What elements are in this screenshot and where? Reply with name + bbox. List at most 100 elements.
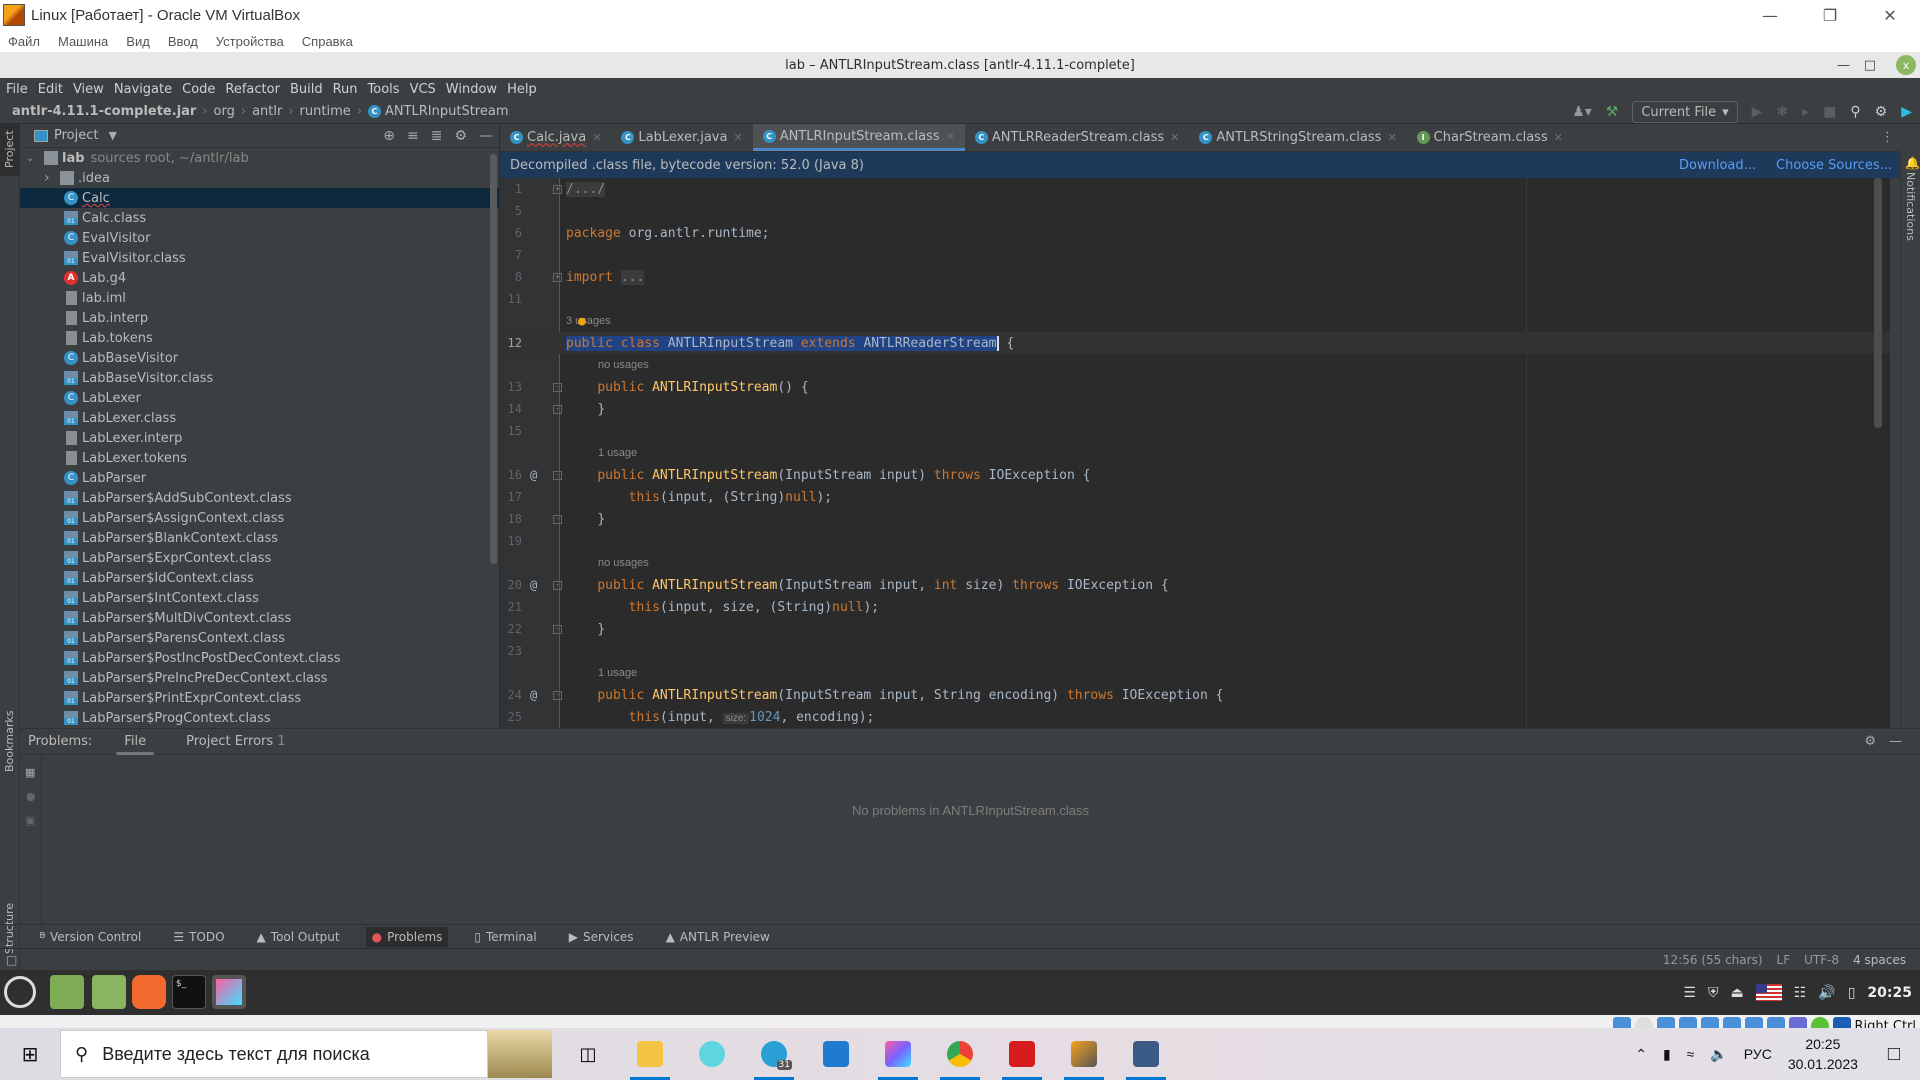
fold-end-icon[interactable]: - <box>553 624 562 634</box>
tree-item[interactable]: LabParser$MultDivContext.class <box>20 608 499 628</box>
tab-antlrreaderstream-class[interactable]: C ANTLRReaderStream.class ✕ <box>965 124 1190 151</box>
tree-item[interactable]: LabLexer.class <box>20 408 499 428</box>
tool-antlr-preview[interactable]: ▲ ANTLR Preview <box>660 927 776 947</box>
close-icon[interactable]: ✕ <box>592 131 601 144</box>
menu-build[interactable]: Build <box>290 82 323 97</box>
tab-charstream-class[interactable]: I CharStream.class ✕ <box>1407 124 1573 151</box>
tree-item[interactable]: C LabBaseVisitor <box>20 348 499 368</box>
telegram-taskbar-icon[interactable]: 31 <box>750 1028 798 1080</box>
files-folder-icon[interactable] <box>92 975 126 1009</box>
menu-refactor[interactable]: Refactor <box>225 82 280 97</box>
notification-center-icon[interactable]: □ <box>1888 1043 1900 1066</box>
vmware-taskbar-icon[interactable] <box>1122 1028 1170 1080</box>
fold-end-icon[interactable]: - <box>553 404 562 414</box>
tree-item[interactable]: Calc.class <box>20 208 499 228</box>
breadcrumb-org[interactable]: org <box>214 104 235 119</box>
close-button[interactable]: ✕ <box>1860 0 1920 30</box>
tab-antlrinputstream-class[interactable]: C ANTLRInputStream.class ✕ <box>752 124 965 151</box>
tree-item[interactable]: C EvalVisitor <box>20 228 499 248</box>
windows-search-box[interactable]: ⚲ Введите здесь текст для поиска <box>60 1030 488 1078</box>
tree-item[interactable]: Lab.interp <box>20 308 499 328</box>
override-annotation-icon[interactable]: @ <box>530 578 537 592</box>
tree-item[interactable]: Lab.tokens <box>20 328 499 348</box>
file-explorer-taskbar-icon[interactable] <box>626 1028 674 1080</box>
build-hammer-icon[interactable]: ⚒ <box>1606 104 1619 120</box>
menu-help[interactable]: Help <box>507 82 537 97</box>
file-encoding[interactable]: UTF-8 <box>1804 953 1839 967</box>
toggle-tool-windows-icon[interactable]: □ <box>6 953 17 967</box>
tool-tool-output[interactable]: ▲ Tool Output <box>251 927 346 947</box>
tree-item[interactable]: LabParser$ParensContext.class <box>20 628 499 648</box>
usages-hint[interactable]: 1 usage <box>598 667 637 679</box>
chevron-right-icon[interactable]: › <box>44 170 60 186</box>
group-by-icon[interactable]: ▦ <box>25 766 35 779</box>
caret-position[interactable]: 12:56 (55 chars) <box>1663 953 1763 967</box>
fold-collapse-icon[interactable]: - <box>553 382 562 392</box>
usages-hint[interactable]: no usages <box>598 359 649 371</box>
vb-menu-help[interactable]: Справка <box>302 34 353 49</box>
mint-clock[interactable]: 20:25 <box>1867 985 1912 1001</box>
indent-setting[interactable]: 4 spaces <box>1853 953 1906 967</box>
tree-item[interactable]: C LabParser <box>20 468 499 488</box>
breadcrumb-jar[interactable]: antlr-4.11.1-complete.jar <box>12 104 196 119</box>
account-icon[interactable]: ♟▾ <box>1572 104 1592 120</box>
expand-all-icon[interactable]: ≡ <box>407 128 419 144</box>
tree-item[interactable]: lab.iml <box>20 288 499 308</box>
menu-edit[interactable]: Edit <box>38 82 63 97</box>
search-highlight-image[interactable] <box>488 1030 552 1078</box>
run-configuration-select[interactable]: Current File ▾ <box>1632 101 1738 123</box>
chevron-down-icon[interactable]: ▼ <box>108 129 116 142</box>
usages-hint[interactable]: no usages <box>598 557 649 569</box>
run-icon[interactable]: ▶ <box>1752 104 1763 120</box>
restore-button[interactable]: ❐ <box>1800 0 1860 30</box>
folded-comment[interactable]: /.../ <box>566 181 606 197</box>
language-indicator[interactable]: РУС <box>1744 1046 1772 1062</box>
battery-icon[interactable]: ▯ <box>1848 985 1856 1001</box>
terminal-app-icon[interactable]: $_ <box>172 975 206 1009</box>
battery-icon[interactable]: ▮ <box>1663 1046 1671 1063</box>
ide-maximize-button[interactable]: □ <box>1864 52 1876 78</box>
firefox-icon[interactable] <box>132 975 166 1009</box>
project-scrollbar[interactable] <box>490 154 497 564</box>
debug-icon[interactable]: ✱ <box>1776 104 1788 120</box>
usages-hint[interactable]: 1 usage <box>598 447 637 459</box>
tree-item[interactable]: A Lab.g4 <box>20 268 499 288</box>
tab-lablexer-java[interactable]: C LabLexer.java ✕ <box>611 124 752 151</box>
fold-collapse-icon[interactable]: - <box>553 470 562 480</box>
network-icon[interactable]: ☷ <box>1794 985 1807 1001</box>
tab-antlrstringstream-class[interactable]: C ANTLRStringStream.class ✕ <box>1189 124 1406 151</box>
vb-menu-input[interactable]: Ввод <box>168 34 198 49</box>
override-annotation-icon[interactable]: @ <box>530 688 537 702</box>
close-icon[interactable]: ✕ <box>946 130 955 143</box>
collapse-all-icon[interactable]: ≣ <box>431 128 443 144</box>
folded-imports[interactable]: ... <box>620 269 645 285</box>
shield-icon[interactable]: ⛨ <box>1708 985 1719 1001</box>
stop-icon[interactable]: ■ <box>1823 104 1836 120</box>
fold-end-icon[interactable]: - <box>553 514 562 524</box>
tool-terminal[interactable]: ▯ Terminal <box>468 927 542 947</box>
menu-view[interactable]: View <box>73 82 104 97</box>
project-stripe-button[interactable]: Project <box>0 124 20 176</box>
coverage-icon[interactable]: ▸ <box>1802 104 1809 120</box>
project-view-select[interactable]: Project <box>54 128 98 143</box>
tree-item[interactable]: LabLexer.tokens <box>20 448 499 468</box>
tree-item[interactable]: C Calc <box>20 188 499 208</box>
clipboard-icon[interactable]: ☰ <box>1683 985 1696 1001</box>
chevron-up-icon[interactable]: ⌃ <box>1635 1046 1647 1063</box>
toolbox-logo-icon[interactable]: ▶ <box>1901 104 1912 120</box>
gear-icon[interactable]: ⚙ <box>1864 734 1876 749</box>
tab-calc-java[interactable]: C Calc.java ✕ <box>500 124 611 151</box>
ide-minimize-button[interactable]: — <box>1837 52 1850 78</box>
tree-item[interactable]: LabParser$IntContext.class <box>20 588 499 608</box>
tree-root-lab[interactable]: ⌄ lab sources root, ~/antlr/lab <box>20 148 499 168</box>
menu-vcs[interactable]: VCS <box>410 82 436 97</box>
fold-collapse-icon[interactable]: - <box>553 690 562 700</box>
ide-close-button[interactable]: x <box>1896 55 1916 75</box>
chrome-taskbar-icon[interactable] <box>936 1028 984 1080</box>
vb-menu-devices[interactable]: Устройства <box>216 34 284 49</box>
vscode-taskbar-icon[interactable] <box>812 1028 860 1080</box>
hide-icon[interactable]: — <box>479 128 493 144</box>
breadcrumb-antlr[interactable]: antlr <box>252 104 282 119</box>
tree-item[interactable]: › .idea <box>20 168 499 188</box>
tree-item[interactable]: LabBaseVisitor.class <box>20 368 499 388</box>
